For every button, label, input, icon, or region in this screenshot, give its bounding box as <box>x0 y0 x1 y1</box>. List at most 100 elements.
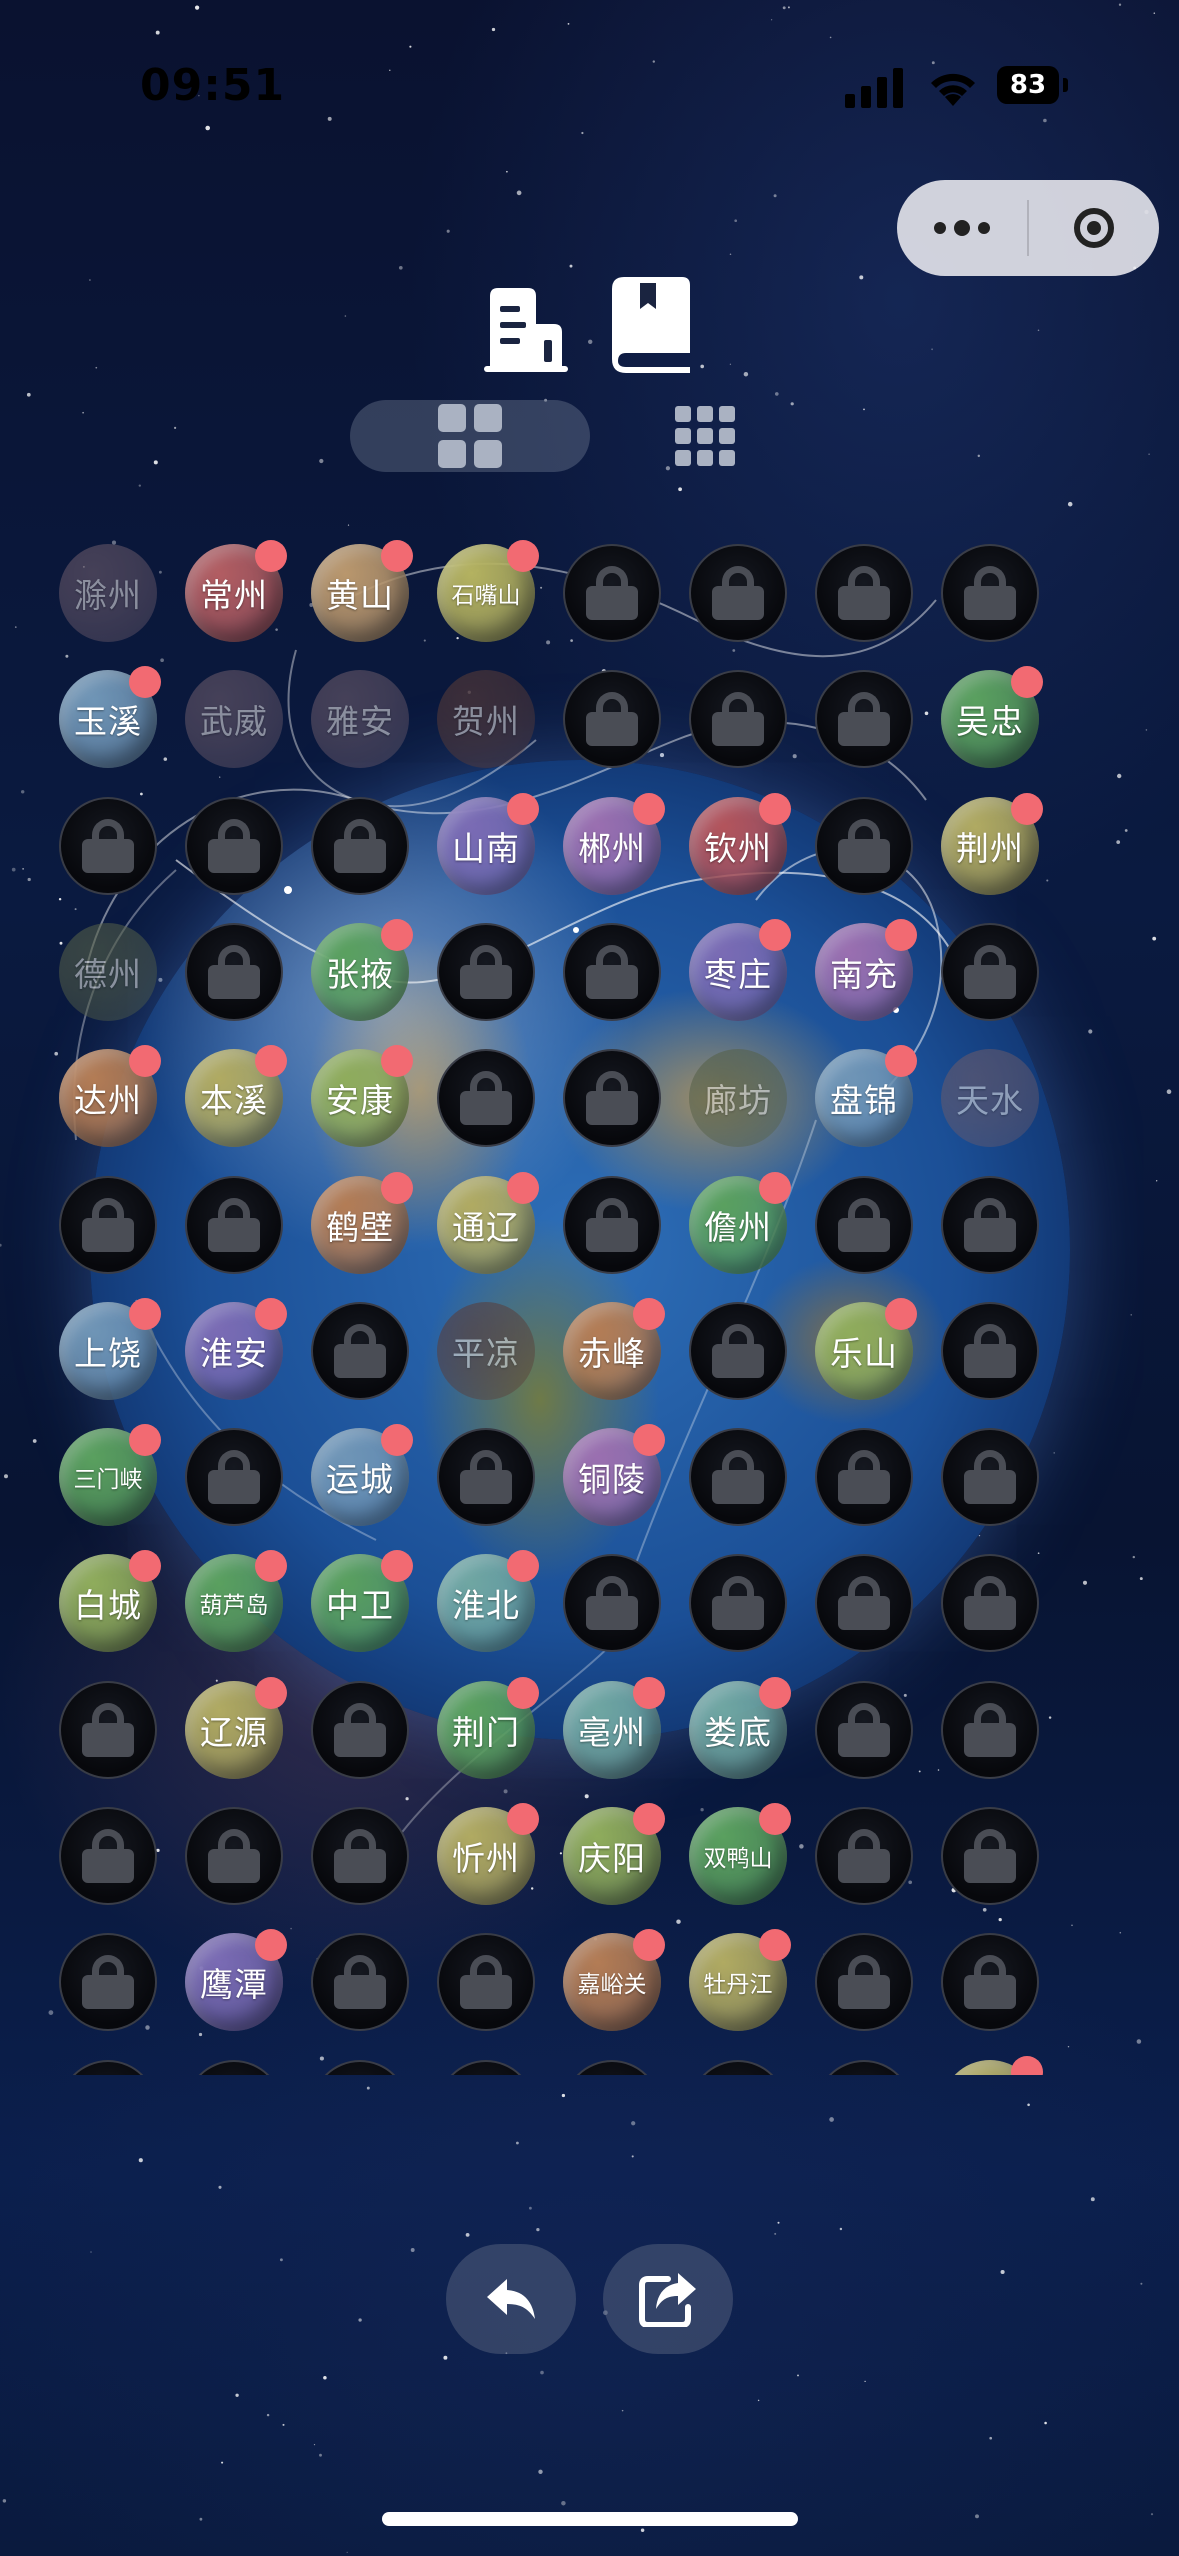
locked-city[interactable] <box>311 1301 409 1400</box>
locked-city[interactable] <box>815 796 913 895</box>
city-bubble[interactable]: 玉溪 <box>59 666 161 769</box>
locked-city[interactable] <box>59 796 157 895</box>
locked-city[interactable] <box>941 1933 1039 2032</box>
share-button[interactable] <box>603 2244 733 2354</box>
city-bubble[interactable]: 辽源 <box>185 1676 287 1779</box>
city-bubble[interactable]: 天水 <box>941 1049 1039 1148</box>
locked-city[interactable] <box>941 1807 1039 1905</box>
locked-city[interactable] <box>815 1933 913 2032</box>
city-bubble[interactable]: 钦州 <box>689 792 791 895</box>
locked-city[interactable] <box>311 1807 409 1905</box>
locked-city[interactable] <box>185 1807 283 1905</box>
more-button[interactable] <box>897 180 1027 276</box>
city-bubble[interactable]: 娄底 <box>689 1676 791 1779</box>
locked-city[interactable] <box>59 1933 157 2032</box>
locked-city[interactable] <box>815 1428 913 1527</box>
locked-city[interactable] <box>941 1680 1039 1779</box>
book-icon[interactable] <box>610 275 694 375</box>
locked-city[interactable] <box>815 1175 913 1274</box>
city-bubble[interactable]: 嘉峪关 <box>563 1929 665 2032</box>
locked-city[interactable] <box>689 1428 787 1527</box>
city-bubble[interactable]: 荆门 <box>437 1676 539 1779</box>
locked-city[interactable] <box>689 1301 787 1400</box>
city-bubble[interactable]: 德州 <box>59 922 157 1021</box>
city-bubble[interactable]: 鹤壁 <box>311 1171 413 1274</box>
locked-city[interactable] <box>185 1428 283 1527</box>
city-bubble[interactable]: 郴州 <box>563 792 665 895</box>
city-bubble[interactable]: 淮安 <box>185 1297 287 1400</box>
locked-city[interactable] <box>689 544 787 642</box>
city-bubble[interactable]: 牡丹江 <box>689 1929 791 2032</box>
city-bubble[interactable]: 上饶 <box>59 1297 161 1400</box>
locked-city[interactable] <box>563 1049 661 1148</box>
back-button[interactable] <box>446 2244 576 2354</box>
locked-city[interactable] <box>815 1680 913 1779</box>
locked-city[interactable] <box>563 922 661 1021</box>
locked-city[interactable] <box>59 1807 157 1905</box>
locked-city[interactable] <box>437 1049 535 1148</box>
locked-city[interactable] <box>563 1175 661 1274</box>
locked-city[interactable] <box>311 1933 409 2032</box>
city-bubble[interactable]: 铜陵 <box>563 1424 665 1527</box>
city-bubble[interactable]: 平凉 <box>437 1301 535 1400</box>
city-bubble[interactable]: 南充 <box>815 918 917 1021</box>
locked-city[interactable] <box>311 1680 409 1779</box>
locked-city[interactable] <box>437 1428 535 1527</box>
city-bubble[interactable]: 常州 <box>185 540 287 642</box>
locked-city[interactable] <box>941 1428 1039 1527</box>
city-bubble[interactable]: 鹰潭 <box>185 1929 287 2032</box>
locked-city[interactable] <box>437 922 535 1021</box>
city-bubble[interactable]: 黄山 <box>311 540 413 642</box>
city-bubble[interactable]: 庆阳 <box>563 1803 665 1905</box>
city-bubble[interactable]: 三门峡 <box>59 1424 161 1527</box>
city-bubble[interactable]: 亳州 <box>563 1676 665 1779</box>
city-bubble[interactable]: 石嘴山 <box>437 540 539 642</box>
city-bubble[interactable]: 雅安 <box>311 670 409 769</box>
city-bubble[interactable]: 赤峰 <box>563 1297 665 1400</box>
locked-city[interactable] <box>689 670 787 769</box>
tab-small-grid[interactable] <box>350 400 590 472</box>
locked-city[interactable] <box>941 1301 1039 1400</box>
locked-city[interactable] <box>185 1175 283 1274</box>
locked-city[interactable] <box>941 1175 1039 1274</box>
city-bubble[interactable]: 武威 <box>185 670 283 769</box>
city-bubble[interactable]: 贺州 <box>437 670 535 769</box>
city-bubble[interactable]: 张掖 <box>311 918 413 1021</box>
city-bubble[interactable]: 双鸭山 <box>689 1803 791 1905</box>
city-bubble[interactable]: 吴忠 <box>941 666 1043 769</box>
city-bubble[interactable]: 葫芦岛 <box>185 1550 287 1653</box>
city-bubble[interactable]: 枣庄 <box>689 918 791 1021</box>
locked-city[interactable] <box>815 1807 913 1905</box>
locked-city[interactable] <box>59 1680 157 1779</box>
city-bubble[interactable]: 乐山 <box>815 1297 917 1400</box>
locked-city[interactable] <box>815 670 913 769</box>
city-bubble[interactable]: 忻州 <box>437 1803 539 1905</box>
city-bubble[interactable]: 安康 <box>311 1045 413 1148</box>
city-bubble[interactable]: 盘锦 <box>815 1045 917 1148</box>
city-bubble[interactable]: 通辽 <box>437 1171 539 1274</box>
locked-city[interactable] <box>815 1554 913 1653</box>
tab-large-grid[interactable] <box>672 400 738 472</box>
city-bubble[interactable]: 荆州 <box>941 792 1043 895</box>
city-bubble[interactable]: 儋州 <box>689 1171 791 1274</box>
home-indicator[interactable] <box>382 2512 798 2526</box>
city-bubble[interactable]: 山南 <box>437 792 539 895</box>
locked-city[interactable] <box>941 544 1039 642</box>
city-bubble[interactable]: 运城 <box>311 1424 413 1527</box>
city-bubble[interactable]: 滁州 <box>59 544 157 642</box>
locked-city[interactable] <box>815 544 913 642</box>
locked-city[interactable] <box>437 1933 535 2032</box>
close-miniprogram-button[interactable] <box>1029 180 1159 276</box>
locked-city[interactable] <box>311 796 409 895</box>
locked-city[interactable] <box>689 1554 787 1653</box>
city-bubble[interactable]: 廊坊 <box>689 1049 787 1148</box>
city-bubble[interactable]: 淮北 <box>437 1550 539 1653</box>
locked-city[interactable] <box>185 922 283 1021</box>
city-bubble[interactable]: 白城 <box>59 1550 161 1653</box>
locked-city[interactable] <box>185 796 283 895</box>
locked-city[interactable] <box>59 1175 157 1274</box>
locked-city[interactable] <box>941 1554 1039 1653</box>
locked-city[interactable] <box>563 670 661 769</box>
building-icon[interactable] <box>480 284 570 374</box>
locked-city[interactable] <box>941 922 1039 1021</box>
